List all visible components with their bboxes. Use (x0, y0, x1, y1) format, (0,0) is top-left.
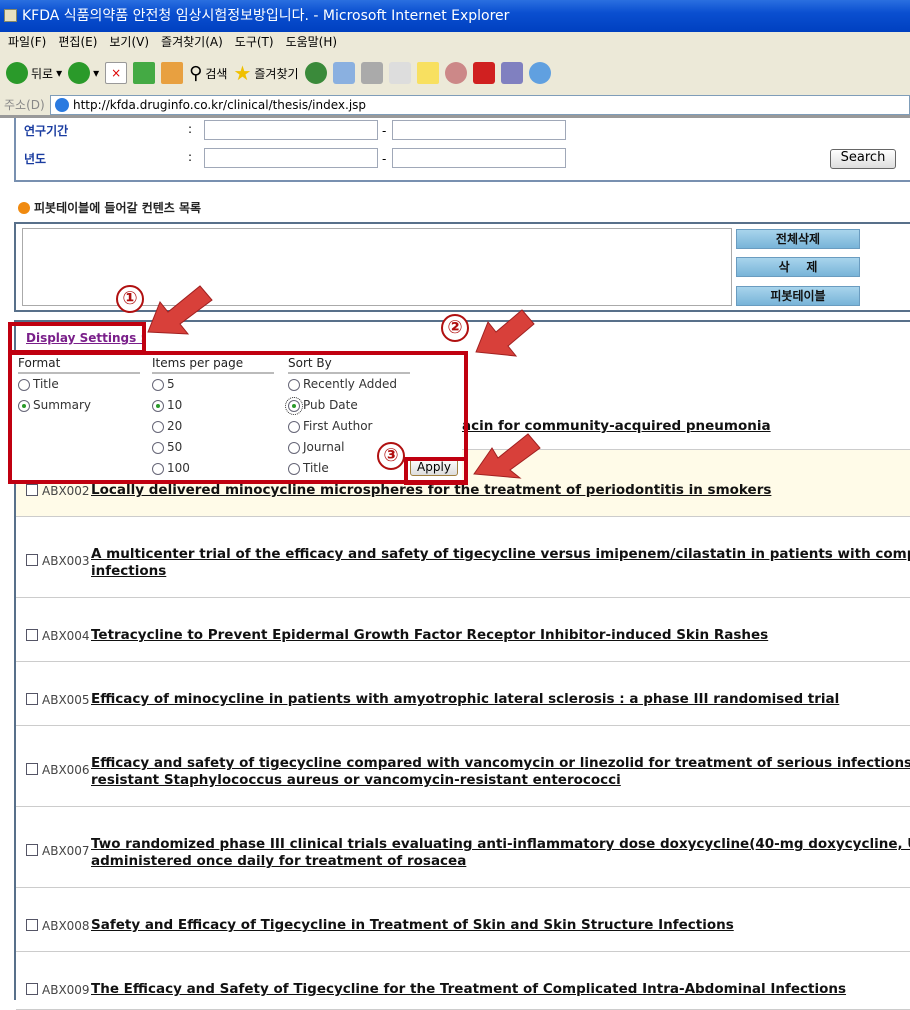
search-form: 연구기간 : - 년도 : - Search (14, 118, 910, 182)
magnifier-icon: ⚲ (189, 62, 203, 84)
app-icon[interactable] (472, 62, 495, 84)
edit-icon[interactable] (388, 62, 411, 84)
note-icon[interactable] (416, 62, 439, 84)
annotation-arrow-1 (147, 285, 213, 335)
menu-view[interactable]: 보기(V) (109, 35, 149, 49)
address-label: 주소(D) (4, 98, 45, 112)
address-bar: 주소(D) http://kfda.druginfo.co.kr/clinica… (0, 94, 910, 118)
result-title-link[interactable]: Efficacy and safety of tigecycline compa… (91, 755, 910, 772)
result-title-link[interactable]: Efficacy of minocycline in patients with… (91, 691, 839, 708)
messenger-icon[interactable] (528, 62, 551, 84)
select-checkbox[interactable] (26, 844, 38, 856)
pivot-heading: 피봇테이블에 들어갈 컨텐츠 목록 (18, 199, 201, 216)
result-title-link[interactable]: The Efficacy and Safety of Tigecycline f… (91, 981, 846, 998)
result-title-link[interactable]: Two randomized phase III clinical trials… (91, 836, 910, 853)
annotation-box-1 (8, 322, 146, 354)
refresh-icon[interactable] (133, 62, 156, 84)
back-arrow-icon (6, 62, 28, 84)
ie-icon (55, 98, 69, 112)
annotation-arrow-3 (473, 433, 541, 479)
select-checkbox[interactable] (26, 554, 38, 566)
result-title-link[interactable]: Tetracycline to Prevent Epidermal Growth… (91, 627, 768, 644)
result-row: ABX004 Tetracycline to Prevent Epidermal … (16, 598, 910, 662)
menu-help[interactable]: 도움말(H) (286, 35, 338, 49)
menu-bar: 파일(F) 편집(E) 보기(V) 즐겨찾기(A) 도구(T) 도움말(H) (0, 32, 910, 52)
search-button[interactable]: Search (830, 149, 896, 169)
search-button[interactable]: ⚲ 검색 (189, 63, 227, 84)
print-icon[interactable] (360, 62, 383, 84)
year-start-input[interactable] (204, 148, 378, 168)
history-icon[interactable] (304, 62, 327, 84)
select-checkbox[interactable] (26, 693, 38, 705)
result-row: ABX005 Efficacy of minocycline in patient… (16, 662, 910, 726)
menu-file[interactable]: 파일(F) (8, 35, 46, 49)
result-id: ABX002 (42, 484, 90, 498)
result-id: ABX006 (42, 763, 90, 777)
window-title: KFDA 식품의약품 안전청 임상시험정보방입니다. - Microsoft I… (22, 8, 510, 24)
result-title-link[interactable]: administered once daily for treatment of… (91, 853, 466, 870)
delete-all-button[interactable]: 전체삭제 (736, 229, 860, 249)
annotation-arrow-2 (475, 309, 535, 357)
delete-button[interactable]: 삭 제 (736, 257, 860, 277)
address-input[interactable]: http://kfda.druginfo.co.kr/clinical/thes… (50, 95, 910, 115)
colon: : (188, 150, 193, 164)
select-checkbox[interactable] (26, 763, 38, 775)
window-title-bar: KFDA 식품의약품 안전청 임상시험정보방입니다. - Microsoft I… (0, 0, 910, 32)
forward-button[interactable]: ▾ (68, 62, 99, 84)
result-id: ABX008 (42, 919, 90, 933)
annotation-number-3: ③ (377, 442, 405, 470)
menu-tools[interactable]: 도구(T) (235, 35, 274, 49)
result-title-link[interactable]: Safety and Efficacy of Tigecycline in Tr… (91, 917, 734, 934)
result-row: ABX008 Safety and Efficacy of Tigecycline… (16, 888, 910, 952)
pivot-table-button[interactable]: 피봇테이블 (736, 286, 860, 306)
result-row: ABX006 Efficacy and safety of tigecycline… (16, 726, 910, 807)
year-end-input[interactable] (392, 148, 566, 168)
result-title-link[interactable]: infections (91, 563, 166, 580)
media-icon[interactable] (500, 62, 523, 84)
annotation-box-3 (404, 457, 468, 485)
menu-favorites[interactable]: 즐겨찾기(A) (161, 35, 223, 49)
result-row: ABX003 A multicenter trial of the efficac… (16, 517, 910, 598)
result-id: ABX009 (42, 983, 90, 997)
year-label: 년도 (24, 152, 47, 166)
period-start-input[interactable] (204, 120, 378, 140)
colon: : (188, 122, 193, 136)
select-checkbox[interactable] (26, 484, 38, 496)
mail-icon[interactable] (332, 62, 355, 84)
dash: - (382, 124, 387, 138)
dash: - (382, 152, 387, 166)
result-title-link[interactable]: resistant Staphylococcus aureus or vanco… (91, 772, 621, 789)
star-icon: ★ (233, 61, 252, 85)
result-id: ABX003 (42, 554, 90, 568)
ie-page-icon (4, 9, 17, 22)
select-checkbox[interactable] (26, 919, 38, 931)
period-label: 연구기간 (24, 124, 69, 138)
result-id: ABX004 (42, 629, 90, 643)
result-title-link[interactable]: A multicenter trial of the efficacy and … (91, 546, 910, 563)
menu-edit[interactable]: 편집(E) (58, 35, 97, 49)
stop-icon[interactable]: × (105, 62, 128, 84)
forward-arrow-icon (68, 62, 91, 84)
back-button[interactable]: 뒤로 ▾ (6, 62, 62, 84)
select-checkbox[interactable] (26, 629, 38, 641)
result-id: ABX007 (42, 844, 90, 858)
result-row: ABX009 The Efficacy and Safety of Tigecyc… (16, 952, 910, 1010)
annotation-number-2: ② (441, 314, 469, 342)
select-checkbox[interactable] (26, 983, 38, 995)
bullet-icon (18, 202, 30, 214)
period-end-input[interactable] (392, 120, 566, 140)
research-icon[interactable] (444, 62, 467, 84)
toolbar: 뒤로 ▾ ▾ × ⚲ 검색 ★ 즐겨찾기 (0, 52, 910, 94)
home-icon[interactable] (161, 62, 184, 84)
result-id: ABX005 (42, 693, 90, 707)
favorites-button[interactable]: ★ 즐겨찾기 (233, 61, 298, 85)
result-row: ABX007 Two randomized phase III clinical … (16, 807, 910, 888)
